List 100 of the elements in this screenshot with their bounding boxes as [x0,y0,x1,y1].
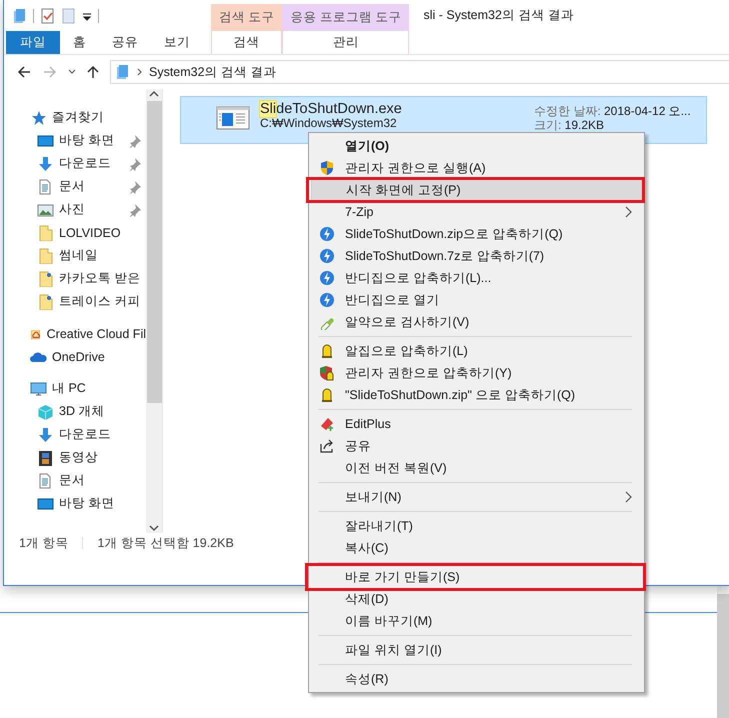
menu-item[interactable]: 잘라내기(T) [311,515,642,537]
sidebar-item[interactable]: 즐겨찾기 [4,106,146,129]
new-document-icon[interactable] [61,8,76,24]
menu-item[interactable]: EditPlus [311,413,642,435]
scrollbar[interactable] [717,586,729,718]
scrollbar[interactable] [146,89,162,533]
ribbon-tab[interactable]: 검색 [211,31,282,54]
up-icon[interactable] [86,64,100,80]
menu-item[interactable]: 이름 바꾸기(M) [311,610,642,632]
folder-icon [37,294,54,310]
pin-icon[interactable] [128,134,142,148]
sidebar-item[interactable]: 동영상 [4,446,146,469]
scroll-down-icon[interactable] [148,523,160,533]
monitor-icon [37,132,54,148]
file-path: C:₩Windows₩System32 [260,117,398,130]
sidebar-label: Creative Cloud Fil [46,326,146,340]
status-text: 1개 항목 선택함 19.2KB [97,534,234,552]
folder-icon[interactable] [12,8,27,24]
sidebar-item[interactable]: 문서 [4,175,146,198]
ribbon-tab[interactable]: 공유 [99,31,151,54]
sidebar-item[interactable]: 바탕 화면 [4,492,146,515]
sidebar-label: LOLVIDEO [59,226,121,240]
file-name: SlideToShutDown.exe [260,101,402,117]
status-text: 1개 항목 [19,534,68,552]
menu-item[interactable]: SlideToShutDown.7z로 압축하기(7) [311,245,642,267]
sidebar-item[interactable]: 문서 [4,469,146,492]
shield-icon [319,365,335,381]
menu-item[interactable]: 알약으로 검사하기(V) [311,311,642,333]
sidebar-label: 즐겨찾기 [52,109,104,126]
sidebar-label: 바탕 화면 [59,495,114,512]
sidebar-item[interactable]: 썸네일 [4,244,146,267]
scroll-up-icon[interactable] [148,89,160,99]
sidebar-item[interactable]: 다운로드 [4,423,146,446]
sidebar-label: 동영상 [59,449,98,466]
menu-item[interactable]: 반디집으로 열기 [311,289,642,311]
download-icon [37,156,54,172]
sidebar-item[interactable]: 바탕 화면 [4,129,146,152]
sidebar-item[interactable]: 사진 [4,198,146,221]
sidebar-label: 3D 개체 [59,403,104,420]
film-icon [37,450,54,466]
ribbon-tab[interactable]: 보기 [151,31,203,54]
monitor-icon [37,496,54,512]
sidebar-item[interactable]: 트레이스 커피 [4,290,146,313]
sidebar-item[interactable]: LOLVIDEO [4,221,146,244]
menu-item[interactable]: 공유 [311,435,642,457]
sidebar-item[interactable]: 다운로드 [4,152,146,175]
ribbon-tab[interactable]: 홈 [60,31,99,54]
menu-item[interactable]: 복사(C) [311,537,642,559]
ribbon-tab[interactable]: 관리 [282,31,410,54]
menu-item[interactable]: 7-Zip [311,201,642,223]
pencil-icon [319,416,335,432]
sidebar-item[interactable]: 3D 개체 [4,400,146,423]
menu-item[interactable]: 보내기(N) [311,486,642,508]
window-title: sli - System32의 검색 결과 [422,7,575,24]
sidebar-label: 카카오톡 받은 [59,270,140,287]
pin-icon[interactable] [128,202,142,216]
address-path: System32의 검색 결과 [149,64,277,80]
pin-icon[interactable] [128,156,142,170]
sidebar-label: 썸네일 [59,247,98,264]
menu-item[interactable]: "SlideToShutDown.zip" 으로 압축하기(Q) [311,384,642,406]
egg-icon [319,343,335,359]
picture-icon [37,202,54,218]
back-icon[interactable] [16,65,32,79]
sidebar-item[interactable]: 카카오톡 받은 [4,267,146,290]
caret-icon[interactable] [68,68,76,76]
menu-item[interactable]: 알집으로 압축하기(L) [311,340,642,362]
ribbon-tab[interactable]: 파일 [6,31,60,54]
chevron-icon [136,68,143,76]
menu-item[interactable]: 파일 위치 열기(I) [311,639,642,661]
lightning-icon [319,292,335,308]
address-bar[interactable]: System32의 검색 결과 [110,60,729,84]
ribbon-group-header: 검색 도구 [211,4,282,31]
menu-item[interactable]: SlideToShutDown.zip으로 압축하기(Q) [311,223,642,245]
menu-item[interactable]: 바로 가기 만들기(S) [311,566,642,588]
menu-item[interactable]: 속성(R) [311,668,642,690]
sidebar-label: 문서 [59,178,85,195]
share-icon [319,438,335,454]
menu-item[interactable]: 삭제(D) [311,588,642,610]
properties-icon[interactable] [40,8,55,24]
lightning-icon [319,226,335,242]
sidebar-item[interactable]: 내 PC [4,377,146,400]
folder-icon [37,270,54,286]
star-icon [30,110,47,126]
ribbon-group-header: 응용 프로그램 도구 [282,4,410,31]
menu-item[interactable]: 이전 버전 복원(V) [311,457,642,479]
lightning-icon [319,248,335,264]
pin-icon[interactable] [128,180,142,194]
sidebar-item[interactable]: Creative Cloud Fil [4,322,146,345]
menu-item[interactable]: 관리자 권한으로 실행(A) [311,157,642,179]
menu-item[interactable]: 반디집으로 압축하기(L)... [311,267,642,289]
sidebar-label: 바탕 화면 [59,132,114,149]
sidebar-item[interactable]: OneDrive [4,345,146,368]
file-size: 크기: 19.2KB [534,118,606,132]
chevron-icon [624,206,632,218]
menu-item[interactable]: 관리자 권한으로 압축하기(Y) [311,362,642,384]
cube-icon [37,404,54,420]
forward-icon[interactable] [42,65,58,79]
download-icon [37,426,54,442]
egg-icon [319,387,335,403]
lightning-icon [319,270,335,286]
